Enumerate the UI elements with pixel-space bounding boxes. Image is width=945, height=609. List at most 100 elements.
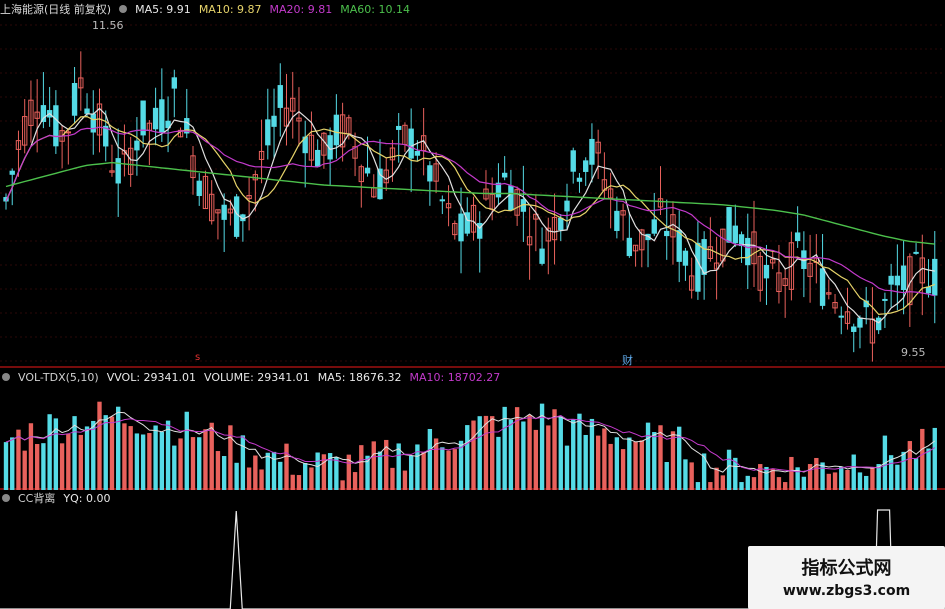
volume-bar bbox=[801, 476, 807, 490]
ma5-line bbox=[5, 107, 935, 324]
volume-bar bbox=[627, 437, 632, 490]
candle-body bbox=[794, 232, 801, 242]
volume-bar bbox=[253, 455, 258, 490]
volume-bar bbox=[427, 428, 433, 490]
candle-body bbox=[427, 165, 433, 182]
volume-bar bbox=[159, 431, 165, 490]
volume-bar bbox=[490, 416, 495, 490]
volume-bar bbox=[147, 433, 152, 490]
volume-bar bbox=[402, 470, 408, 490]
volume-bar bbox=[284, 443, 289, 490]
volume-bar bbox=[864, 475, 869, 490]
yq-value: YQ: 0.00 bbox=[63, 491, 111, 505]
volume-bar bbox=[832, 472, 838, 490]
candle-body bbox=[364, 167, 371, 174]
volume-bar bbox=[109, 416, 115, 490]
candle-body bbox=[265, 119, 271, 146]
volume-bar bbox=[901, 451, 906, 490]
volume-bar bbox=[103, 415, 108, 490]
candle-body bbox=[589, 138, 595, 165]
candle-body bbox=[695, 242, 701, 292]
volume-bar bbox=[851, 454, 856, 490]
volume-bar bbox=[739, 482, 744, 490]
watermark: 指标公式网 www.zbgs3.com bbox=[748, 546, 945, 609]
volume-bar bbox=[726, 449, 732, 490]
candle-body bbox=[745, 237, 751, 266]
candle-body bbox=[925, 286, 932, 294]
volume-bar bbox=[340, 480, 345, 490]
candle-body bbox=[84, 108, 90, 114]
ma10-line bbox=[5, 115, 936, 316]
volume-bar bbox=[920, 428, 925, 490]
volume-bar bbox=[278, 461, 283, 490]
candle-body bbox=[726, 207, 732, 243]
volume-bar bbox=[116, 406, 121, 490]
volume-bar bbox=[22, 450, 27, 490]
candle-body bbox=[894, 275, 901, 286]
volume-bar bbox=[658, 425, 663, 490]
volume-bar bbox=[789, 456, 794, 490]
volume-bar bbox=[203, 429, 208, 490]
vol-title: VOL-TDX(5,10) bbox=[18, 370, 99, 384]
volume-bar bbox=[315, 452, 320, 490]
candle-body bbox=[134, 140, 140, 151]
volume-bar bbox=[814, 457, 819, 490]
indicator-panel-header: CC背离 YQ: 0.00 bbox=[2, 490, 118, 506]
volume-bar bbox=[390, 467, 395, 490]
volume-bar bbox=[334, 457, 339, 490]
volume-bar bbox=[72, 416, 77, 490]
volume-bar bbox=[446, 450, 451, 490]
volume-bar bbox=[645, 422, 651, 490]
volume-bar bbox=[913, 458, 919, 490]
watermark-title: 指标公式网 bbox=[801, 558, 892, 579]
volume-bar bbox=[234, 462, 239, 490]
volume-bar bbox=[377, 451, 383, 490]
volume-bar bbox=[352, 472, 358, 490]
candle-body bbox=[882, 298, 888, 301]
volume-bar bbox=[776, 477, 782, 490]
candle-body bbox=[501, 172, 508, 178]
candle-body bbox=[9, 170, 15, 175]
candle-body bbox=[159, 99, 165, 134]
candle-body bbox=[458, 213, 464, 242]
volume-bar bbox=[782, 482, 788, 490]
candle-body bbox=[53, 105, 59, 147]
candle-body bbox=[651, 219, 657, 234]
volume-bar bbox=[926, 448, 931, 490]
volume-bar bbox=[477, 416, 482, 490]
candle-body bbox=[913, 251, 919, 254]
volume-bar bbox=[639, 440, 644, 490]
volume-bar bbox=[465, 425, 470, 490]
candle-body bbox=[408, 128, 414, 159]
candle-body bbox=[614, 210, 620, 231]
volume-bar bbox=[546, 425, 551, 490]
candle-body bbox=[439, 199, 446, 202]
volume-bar bbox=[471, 420, 476, 490]
candle-body bbox=[763, 264, 770, 279]
volume-bar bbox=[78, 434, 83, 490]
ma20-line bbox=[5, 126, 935, 297]
volume-bar bbox=[708, 482, 713, 490]
ma20-value: MA20: 9.81 bbox=[269, 2, 333, 16]
panel-menu-icon[interactable] bbox=[119, 5, 128, 13]
volume-bar bbox=[265, 452, 270, 490]
volume-bar bbox=[720, 475, 726, 490]
volume-bar bbox=[178, 438, 183, 490]
candle-body bbox=[508, 185, 514, 211]
finance-marker: 财 bbox=[622, 354, 633, 367]
panel-menu-icon[interactable] bbox=[2, 373, 10, 381]
panel-menu-icon[interactable] bbox=[2, 494, 10, 502]
volume-bar bbox=[408, 455, 414, 490]
candle-body bbox=[196, 180, 202, 197]
candle-body bbox=[932, 258, 938, 296]
volume-bar bbox=[172, 445, 177, 490]
volume-bar bbox=[521, 421, 526, 490]
volume-bar bbox=[689, 462, 694, 490]
high-price-label: 11.56 bbox=[92, 19, 124, 32]
volume-bar bbox=[197, 437, 202, 490]
volume-bar bbox=[652, 432, 657, 490]
volume-bar bbox=[128, 426, 133, 490]
volume-bar bbox=[190, 437, 196, 490]
volume-bar bbox=[483, 415, 489, 490]
ma10-value: MA10: 9.87 bbox=[198, 2, 262, 16]
